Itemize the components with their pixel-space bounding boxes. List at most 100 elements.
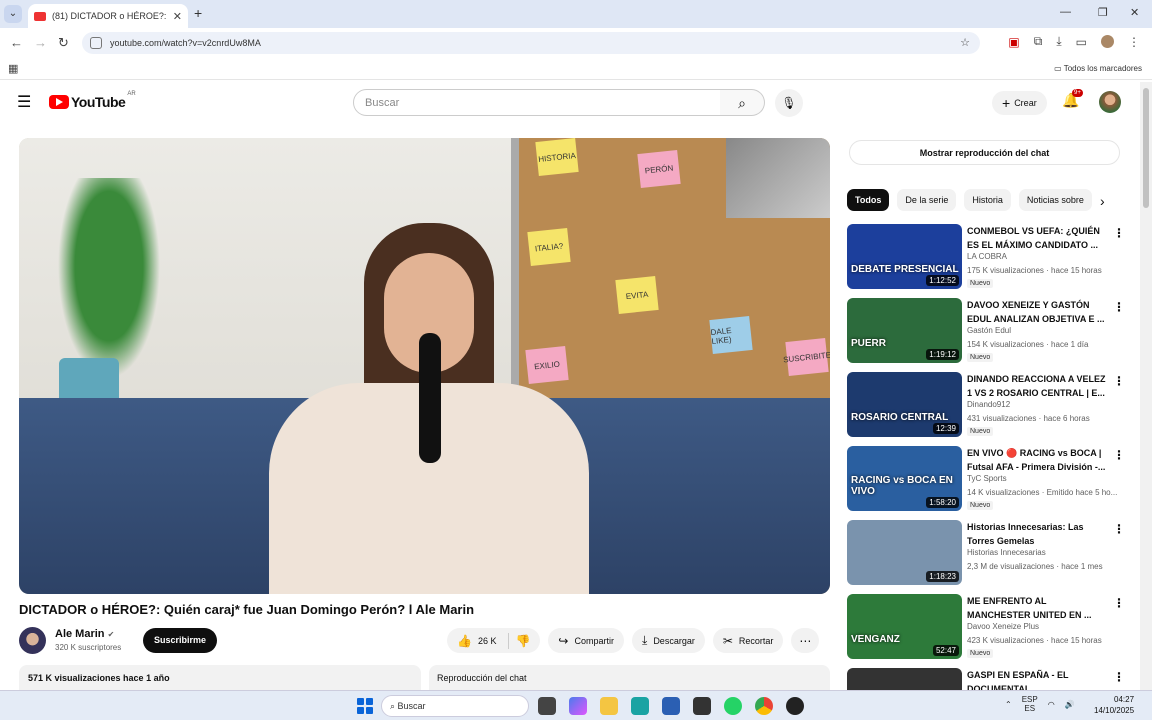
recommendation-item[interactable]: VENGANZ 52:47 ME ENFRENTO AL MANCHESTER UN…: [847, 594, 1127, 660]
recommendation-channel[interactable]: Historias Innecesarias: [967, 548, 1046, 557]
video-duration: 1:12:52: [926, 275, 959, 286]
all-bookmarks-folder[interactable]: ▭ Todos los marcadores: [1054, 64, 1142, 73]
clip-button[interactable]: ✂ Recortar: [712, 628, 784, 653]
show-chat-replay-button[interactable]: Mostrar reproducción del chat: [849, 140, 1120, 165]
account-avatar[interactable]: [1099, 91, 1121, 113]
restore-icon[interactable]: ❐: [1098, 6, 1108, 19]
video-player[interactable]: HISTORIA PERÓN ITALIA? EVITA DALE LIKE) …: [19, 138, 830, 594]
language-indicator[interactable]: ESP ES: [1022, 695, 1038, 713]
chip-noticias[interactable]: Noticias sobre: [1018, 189, 1092, 211]
channel-name[interactable]: Ale Marin ✔: [55, 628, 114, 640]
recommendation-item[interactable]: ROSARIO CENTRAL 12:39 DINANDO REACCIONA A …: [847, 372, 1127, 438]
recommendation-item[interactable]: PUERR 1:19:12 DAVOO XENEIZE Y GASTÓN EDUL …: [847, 298, 1127, 364]
chip-todos[interactable]: Todos: [847, 189, 890, 211]
menu-hamburger-icon[interactable]: ☰: [17, 92, 31, 112]
more-options-icon[interactable]: ⋮: [1113, 448, 1125, 462]
chip-de-la-serie[interactable]: De la serie: [897, 189, 957, 211]
verified-icon: ✔: [107, 630, 115, 639]
recommendation-thumbnail[interactable]: ROSARIO CENTRAL 12:39: [847, 372, 962, 437]
recommendation-thumbnail[interactable]: PUERR 1:19:12: [847, 298, 962, 363]
apps-grid-icon[interactable]: ▦: [8, 62, 18, 75]
more-options-icon[interactable]: ⋮: [1113, 226, 1125, 240]
new-tab-button[interactable]: +: [194, 5, 202, 21]
like-button[interactable]: 👍 26 K 👎: [447, 628, 541, 653]
bookmarks-bar: ▦ ▭ Todos los marcadores: [0, 58, 1152, 80]
search-input[interactable]: Buscar: [353, 89, 721, 116]
thumbs-down-icon[interactable]: 👎: [515, 634, 530, 648]
recommendation-thumbnail[interactable]: VENGANZ 52:47: [847, 594, 962, 659]
app-icon[interactable]: [693, 697, 711, 715]
scrollbar-thumb[interactable]: [1143, 88, 1149, 208]
more-options-icon[interactable]: ⋮: [1113, 374, 1125, 388]
tray-chevron-icon[interactable]: ⌃: [1005, 700, 1012, 709]
recommendation-item[interactable]: DEBATE PRESENCIAL 1:12:52 CONMEBOL VS UEFA…: [847, 224, 1127, 290]
more-options-icon[interactable]: ⋮: [1113, 670, 1125, 684]
share-icon: ↪: [558, 633, 569, 648]
recommendation-item[interactable]: RACING vs BOCA EN VIVO 1:58:20 EN VIVO 🔴 R…: [847, 446, 1127, 512]
chat-replay-panel[interactable]: Reproducción del chat: [429, 665, 830, 690]
plus-icon: +: [1002, 95, 1011, 111]
split-view-icon[interactable]: ▭: [1076, 35, 1087, 49]
reload-icon[interactable]: ↻: [58, 35, 69, 51]
volume-icon[interactable]: 🔊: [1065, 700, 1075, 709]
profile-icon[interactable]: [1101, 35, 1114, 48]
file-explorer-icon[interactable]: [600, 697, 618, 715]
more-options-icon[interactable]: ⋮: [1113, 522, 1125, 536]
taskbar-search[interactable]: ⌕ Buscar: [381, 695, 529, 717]
address-bar[interactable]: youtube.com/watch?v=v2cnrdUw8MA ☆: [82, 32, 980, 54]
recommendation-item[interactable]: 1:18:23 Historias Innecesarias: Las Torre…: [847, 520, 1127, 586]
pdf-extension-icon[interactable]: ▣: [1008, 35, 1019, 49]
more-options-icon[interactable]: ⋮: [1113, 300, 1125, 314]
recommendation-item[interactable]: GASPI EN ESPAÑA - EL DOCUMENTAL ⋮: [847, 668, 1127, 690]
more-options-icon[interactable]: ⋮: [1113, 596, 1125, 610]
recommendation-channel[interactable]: TyC Sports: [967, 474, 1007, 483]
close-tab-icon[interactable]: ✕: [173, 10, 182, 23]
copilot-icon[interactable]: [569, 697, 587, 715]
download-button[interactable]: ⤓ Descargar: [632, 628, 705, 653]
whatsapp-icon[interactable]: [724, 697, 742, 715]
taskbar-clock[interactable]: 04:27 14/10/2025: [1094, 694, 1134, 716]
description-box[interactable]: 571 K visualizaciones hace 1 año: [19, 665, 421, 690]
task-view-icon[interactable]: [538, 697, 556, 715]
thumbnail-overlay-text: DEBATE PRESENCIAL: [851, 264, 959, 275]
store-icon[interactable]: [662, 697, 680, 715]
youtube-logo[interactable]: YouTube AR: [49, 91, 136, 110]
channel-avatar[interactable]: [19, 627, 46, 654]
subscribe-button[interactable]: Suscribirme: [143, 628, 217, 653]
page-scrollbar[interactable]: [1140, 82, 1152, 690]
microphone-icon[interactable]: 🎙: [775, 89, 803, 117]
recommendation-thumbnail[interactable]: 1:18:23: [847, 520, 962, 585]
new-badge: Nuevo: [967, 427, 994, 436]
search-icon[interactable]: ⌕: [720, 89, 765, 116]
recommendation-thumbnail[interactable]: RACING vs BOCA EN VIVO 1:58:20: [847, 446, 962, 511]
minimize-icon[interactable]: —: [1060, 6, 1071, 18]
forward-icon[interactable]: →: [34, 35, 47, 50]
recommendation-thumbnail[interactable]: DEBATE PRESENCIAL 1:12:52: [847, 224, 962, 289]
share-button[interactable]: ↪ Compartir: [548, 628, 624, 653]
recommendation-channel[interactable]: Dinando912: [967, 400, 1010, 409]
wifi-icon[interactable]: ◠: [1048, 700, 1055, 709]
more-actions-button[interactable]: ⋯: [791, 628, 820, 653]
site-info-icon[interactable]: [90, 37, 102, 49]
app-icon-2[interactable]: [786, 697, 804, 715]
chip-historia[interactable]: Historia: [964, 189, 1011, 211]
notifications-bell-icon[interactable]: 🔔 9+: [1062, 89, 1083, 109]
close-window-icon[interactable]: ✕: [1130, 6, 1139, 19]
browser-tab-active[interactable]: (81) DICTADOR o HÉROE?: Quié ✕: [28, 4, 188, 28]
create-button[interactable]: + Crear: [992, 91, 1047, 115]
recommendation-channel[interactable]: Gastón Edul: [967, 326, 1011, 335]
chrome-menu-icon[interactable]: ⋮: [1128, 35, 1140, 49]
tab-search-button[interactable]: ⌄: [4, 5, 22, 23]
country-code: AR: [127, 91, 136, 97]
edge-icon[interactable]: [631, 697, 649, 715]
recommendation-channel[interactable]: LA COBRA: [967, 252, 1007, 261]
windows-start-icon[interactable]: [357, 698, 373, 714]
back-icon[interactable]: ←: [10, 35, 23, 50]
downloads-icon[interactable]: ⤓: [1056, 34, 1061, 49]
chrome-icon[interactable]: [755, 697, 773, 715]
recommendation-channel[interactable]: Davoo Xeneize Plus: [967, 622, 1039, 631]
recommendation-thumbnail[interactable]: [847, 668, 962, 690]
extensions-puzzle-icon[interactable]: ⧉: [1034, 34, 1043, 49]
chevron-right-icon[interactable]: ›: [1100, 193, 1105, 209]
bookmark-star-icon[interactable]: ☆: [960, 36, 970, 49]
